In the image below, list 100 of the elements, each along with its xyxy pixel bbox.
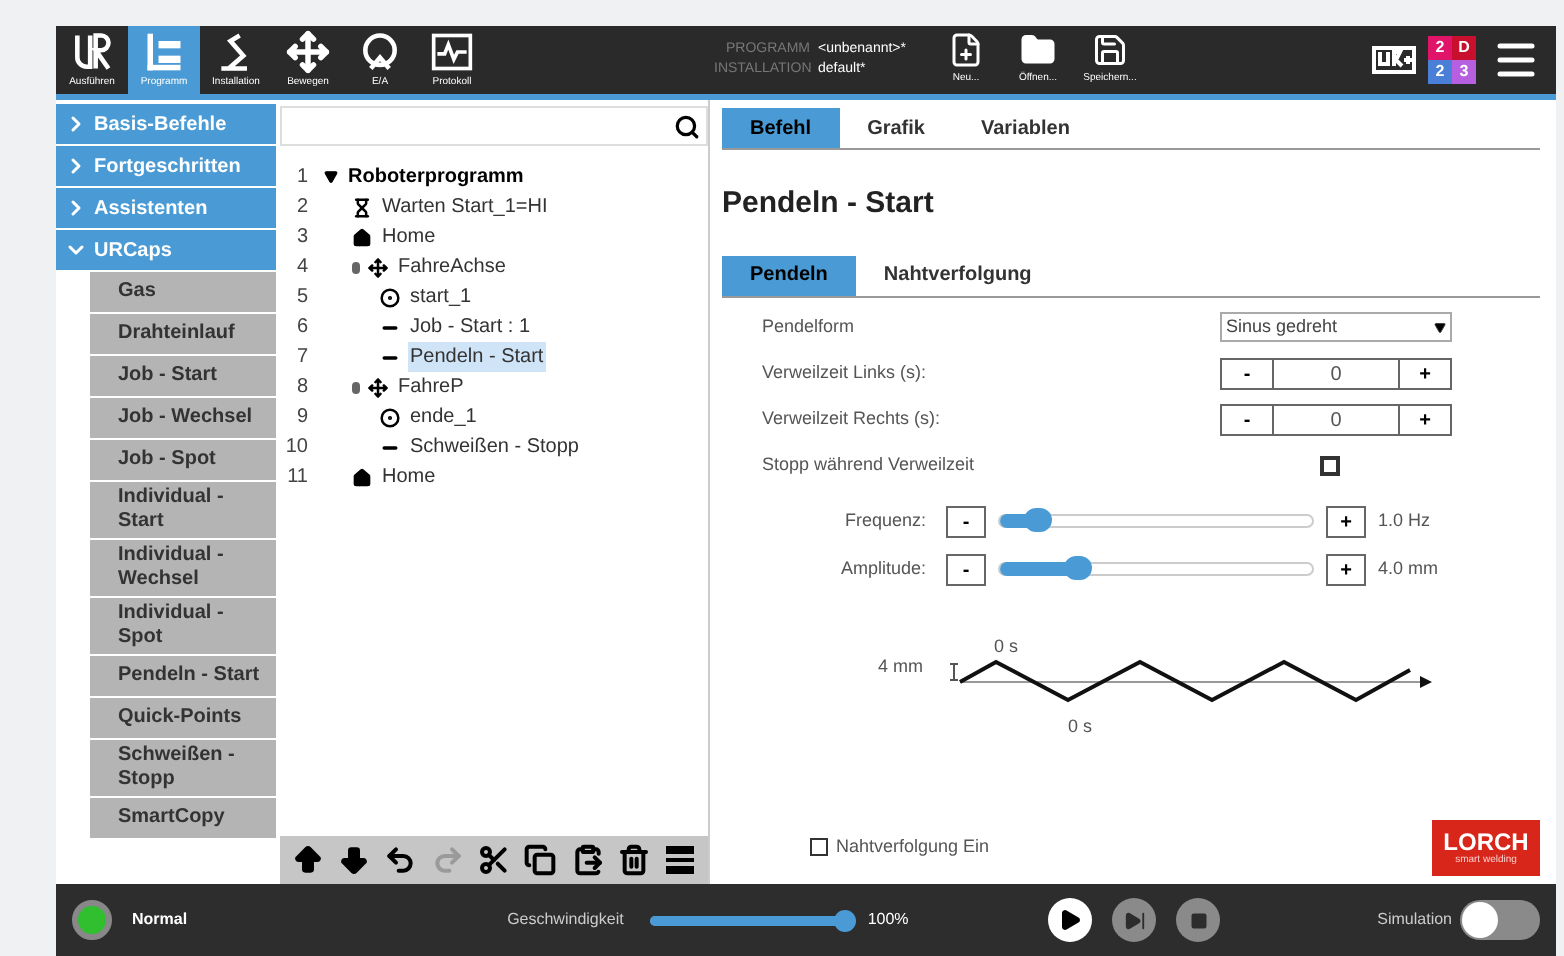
speed-reading: 100% (867, 908, 909, 932)
move-down-icon[interactable] (337, 844, 370, 876)
tree-node[interactable]: Home (380, 462, 438, 492)
tree-node[interactable]: Job - Start : 1 (408, 312, 533, 342)
line-number: 11 (285, 464, 310, 492)
simulation-toggle[interactable] (1460, 900, 1540, 940)
increment-button[interactable]: + (1326, 553, 1366, 585)
amplitude-label: 4 mm (878, 655, 923, 675)
copy-icon[interactable] (524, 844, 557, 876)
waypoint-icon (380, 287, 400, 307)
line-number: 3 (294, 224, 310, 252)
urcap-item[interactable]: Individual - Start (90, 482, 276, 538)
urcap-item[interactable]: Job - Wechsel (90, 398, 276, 438)
checkbox[interactable] (810, 837, 828, 856)
tree-node[interactable]: Home (380, 222, 438, 252)
increment-button[interactable]: + (1398, 403, 1452, 435)
urcap-item[interactable]: Gas (90, 272, 276, 312)
urcap-item[interactable]: SmartCopy (90, 798, 276, 838)
log-chart-icon (430, 29, 474, 74)
field-label: Stopp während Verweilzeit (762, 451, 975, 478)
slider-reading: 4.0 mm (1378, 555, 1439, 582)
suppress-icon[interactable] (664, 844, 697, 876)
ur-logo-icon (70, 29, 114, 74)
slider-thumb[interactable] (1064, 556, 1092, 580)
logo-name: LORCH (1443, 830, 1529, 854)
slider-reading: 1.0 Hz (1378, 507, 1431, 534)
panel-tab[interactable]: Grafik (839, 108, 953, 148)
line-number: 10 (283, 434, 310, 462)
urcap-item[interactable]: Quick-Points (90, 698, 276, 738)
decrement-button[interactable]: - (946, 553, 986, 585)
node-pin-icon (352, 381, 360, 393)
search-icon[interactable] (674, 113, 700, 139)
badge-letter: D (1452, 36, 1476, 60)
value-field[interactable]: 0 (1274, 403, 1398, 435)
pendelform-dropdown[interactable]: Sinus gedreht (1220, 312, 1452, 342)
badge-letter: 2 (1428, 60, 1452, 84)
move-icon (286, 29, 330, 74)
urcap-item[interactable]: Individual - Spot (90, 598, 276, 654)
urcap-item[interactable]: Job - Spot (90, 440, 276, 480)
step-button[interactable] (1112, 898, 1157, 942)
urcap-item[interactable]: Job - Start (90, 356, 276, 396)
tree-node[interactable]: FahreAchse (396, 252, 508, 282)
step-icon (1123, 909, 1146, 931)
cut-icon[interactable] (477, 844, 510, 876)
command-title: Pendeln - Start (722, 184, 936, 224)
decrement-button[interactable]: - (946, 505, 986, 537)
tree-node[interactable]: Schweißen - Stopp (408, 432, 581, 462)
field-label: Verweilzeit Rechts (s): (762, 405, 941, 432)
panel-tab[interactable]: Variablen (952, 108, 1098, 148)
program-tree-icon (142, 29, 186, 74)
tree-node[interactable]: start_1 (408, 282, 474, 312)
decrement-button[interactable]: - (1220, 357, 1274, 389)
home-icon (352, 227, 372, 247)
ur-plus-icon[interactable] (1372, 46, 1416, 74)
sub-tab[interactable]: Pendeln (722, 255, 856, 295)
move-icon (368, 257, 388, 277)
search-field[interactable] (280, 106, 708, 146)
sub-tab[interactable]: Nahtverfolgung (855, 255, 1060, 295)
increment-button[interactable]: + (1398, 357, 1452, 389)
play-icon (1058, 908, 1083, 932)
checkbox-label: Nahtverfolgung Ein (836, 833, 990, 860)
node-pin-icon (352, 261, 360, 273)
save-icon (1092, 32, 1128, 69)
line-number: 8 (294, 374, 310, 402)
badge-letter: 3 (1452, 60, 1476, 84)
urcap-item[interactable]: Pendeln - Start (90, 656, 276, 696)
line-number: 9 (294, 404, 310, 432)
waypoint-icon (380, 407, 400, 427)
line-number: 1 (294, 164, 310, 192)
folder-icon (1020, 32, 1056, 69)
tree-node[interactable]: Pendeln - Start (408, 342, 546, 372)
decrement-button[interactable]: - (1220, 403, 1274, 435)
increment-button[interactable]: + (1326, 505, 1366, 537)
status-light-icon (72, 900, 112, 940)
value-field[interactable]: 0 (1274, 357, 1398, 389)
panel-tab[interactable]: Befehl (722, 108, 840, 148)
dwell-time-label: 0 s (994, 635, 1019, 655)
paste-icon[interactable] (571, 844, 604, 876)
stop-icon (1189, 911, 1208, 929)
home-icon (352, 467, 372, 487)
play-button[interactable] (1048, 898, 1093, 942)
urcap-item[interactable]: Drahteinlauf (90, 314, 276, 354)
urcap-item[interactable]: Schweißen - Stopp (90, 740, 276, 796)
new-file-icon (948, 32, 984, 69)
undo-icon[interactable] (384, 844, 417, 876)
speed-label: Geschwindigkeit (507, 908, 624, 932)
stop-button[interactable] (1176, 898, 1221, 942)
line-number: 5 (294, 284, 310, 312)
delete-icon[interactable] (617, 844, 650, 876)
checkbox[interactable] (1320, 455, 1340, 475)
move-up-icon[interactable] (291, 844, 324, 876)
slider-thumb[interactable] (1023, 508, 1052, 532)
slider-label: Frequenz: (842, 507, 928, 534)
tree-node[interactable]: FahreP (396, 372, 466, 402)
urcap-item[interactable]: Individual - Wechsel (90, 540, 276, 596)
collapse-triangle-icon[interactable] (324, 170, 338, 184)
tree-node[interactable]: Roboterprogramm (346, 162, 526, 192)
tree-node[interactable]: ende_1 (408, 402, 479, 432)
tree-node[interactable]: Warten Start_1=HI (380, 192, 550, 222)
field-label: Pendelform (762, 313, 855, 340)
